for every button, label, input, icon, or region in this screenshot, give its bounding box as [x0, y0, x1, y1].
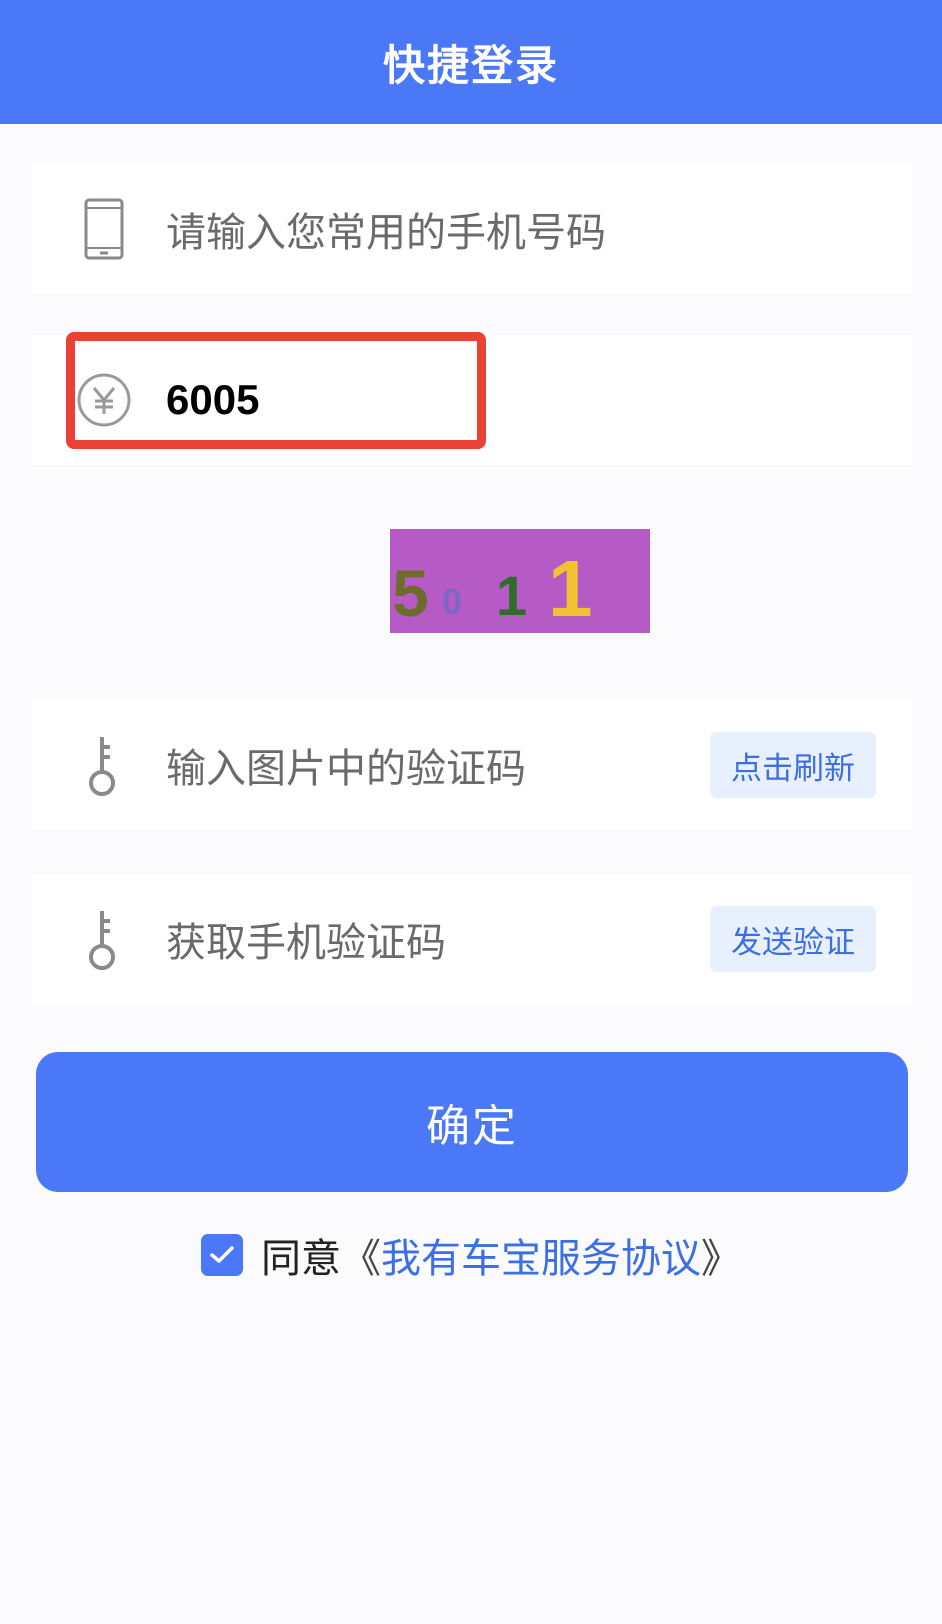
- agreement-checkbox[interactable]: [201, 1234, 243, 1276]
- key-icon: [76, 907, 132, 971]
- highlight-annotation-box: [66, 332, 486, 449]
- phone-input[interactable]: 请输入您常用的手机号码: [166, 200, 606, 258]
- page-title: 快捷登录: [382, 40, 559, 90]
- phone-input-row[interactable]: 请输入您常用的手机号码: [32, 164, 912, 294]
- checkmark-icon: [210, 1246, 234, 1263]
- agreement-open-bracket: 《: [341, 1236, 381, 1282]
- confirm-button-label: 确定: [426, 1101, 518, 1152]
- captcha-char: 1: [548, 544, 593, 633]
- agreement-row: 同意 《 我有车宝服务协议 》: [0, 1225, 942, 1285]
- agreement-prefix: 同意: [261, 1236, 341, 1282]
- agreement-link[interactable]: 我有车宝服务协议: [381, 1226, 701, 1284]
- confirm-button[interactable]: 确定: [36, 1052, 908, 1192]
- sms-code-row[interactable]: 获取手机验证码 发送验证: [32, 874, 912, 1004]
- header-bar: 快捷登录: [0, 0, 942, 124]
- phone-icon: [76, 197, 132, 261]
- captcha-char: 0: [442, 581, 463, 622]
- captcha-char: 1: [496, 564, 528, 627]
- image-code-input[interactable]: 输入图片中的验证码: [166, 736, 526, 794]
- send-sms-button[interactable]: 发送验证: [710, 906, 876, 972]
- captcha-char: 5: [392, 556, 429, 630]
- captcha-image[interactable]: 5 0 1 1: [390, 529, 650, 633]
- refresh-captcha-button[interactable]: 点击刷新: [710, 732, 876, 798]
- agreement-close-bracket: 》: [701, 1236, 741, 1282]
- sms-code-input[interactable]: 获取手机验证码: [166, 910, 446, 968]
- key-icon: [76, 733, 132, 797]
- image-code-row[interactable]: 输入图片中的验证码 点击刷新: [32, 700, 912, 830]
